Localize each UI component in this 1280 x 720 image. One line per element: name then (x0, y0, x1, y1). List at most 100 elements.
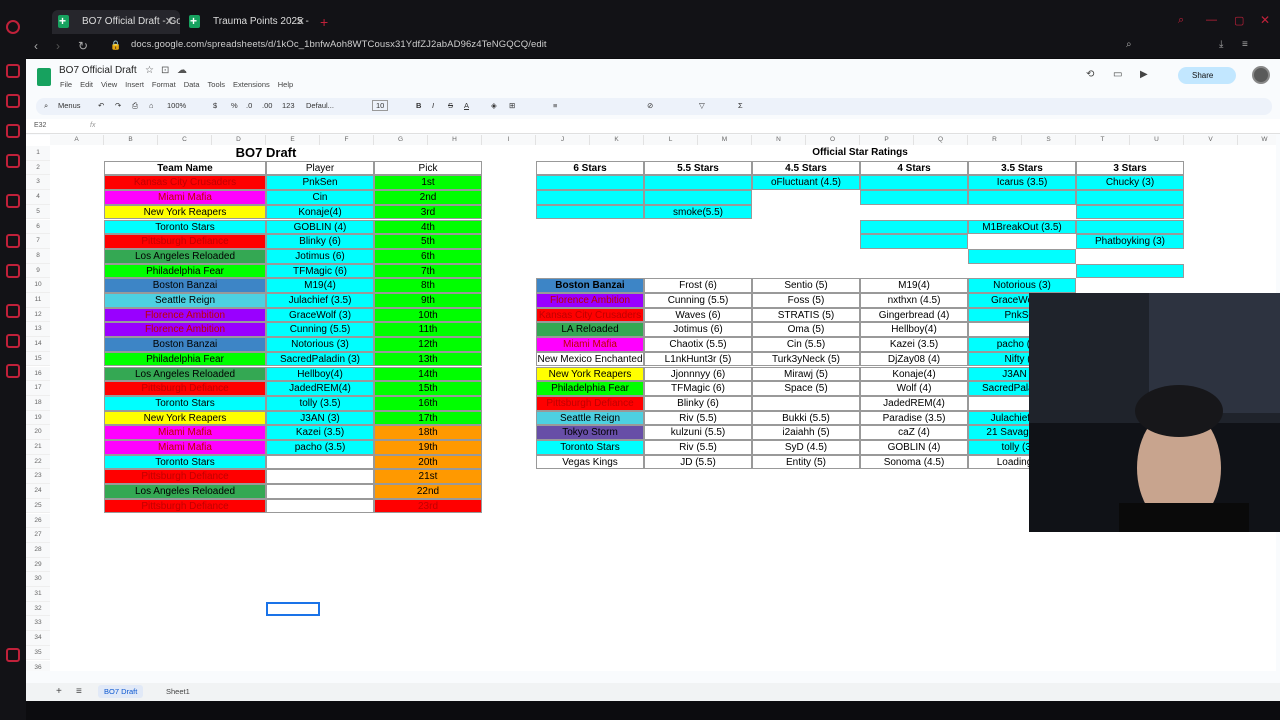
close-window-icon[interactable]: ✕ (1260, 13, 1270, 27)
share-button[interactable]: Share (1178, 67, 1236, 84)
roster-team-cell: New Mexico Enchanted (536, 351, 644, 367)
new-tab-button[interactable]: + (320, 14, 328, 30)
bold-icon[interactable]: B (416, 101, 421, 110)
sidebar-icon[interactable] (6, 64, 20, 78)
download-icon[interactable]: ⤓ (1219, 39, 1223, 50)
percent-button[interactable]: % (231, 101, 238, 110)
menu-edit[interactable]: Edit (80, 80, 93, 89)
functions-icon[interactable]: Σ (738, 101, 743, 110)
add-sheet-icon[interactable]: + (56, 686, 62, 697)
close-tab-icon[interactable]: ✕ (165, 10, 174, 34)
history-icon[interactable]: ⟲ (1086, 69, 1094, 80)
search-tabs-icon[interactable]: ⌕ (1178, 14, 1184, 27)
font-size-field[interactable]: 10 (372, 100, 389, 111)
menu-help[interactable]: Help (278, 80, 293, 89)
sheets-logo-icon[interactable] (37, 68, 51, 86)
zoom-select[interactable]: 100% (167, 101, 186, 110)
draft-pick-cell: 17th (374, 410, 482, 426)
tier-header: 5.5 Stars (644, 160, 752, 176)
row-header: 29 (26, 557, 50, 573)
font-select[interactable]: Defaul... (306, 101, 334, 110)
redo-icon[interactable]: ↷ (115, 101, 121, 110)
menu-insert[interactable]: Insert (125, 80, 144, 89)
search-icon[interactable]: ⌕ (44, 101, 48, 111)
maximize-icon[interactable]: ▢ (1234, 14, 1244, 27)
back-icon[interactable]: ‹ (34, 39, 38, 53)
browser-tab[interactable]: BO7 Official Draft - Googl✕ (52, 10, 180, 34)
forward-icon[interactable]: › (56, 39, 60, 53)
menu-format[interactable]: Format (152, 80, 176, 89)
menu-data[interactable]: Data (184, 80, 200, 89)
currency-button[interactable]: $ (213, 101, 217, 110)
paint-format-icon[interactable]: ⌂ (149, 101, 154, 110)
document-title[interactable]: BO7 Official Draft (59, 65, 137, 76)
row-header: 33 (26, 616, 50, 632)
webcam-overlay (1029, 293, 1280, 532)
opera-logo-icon[interactable] (6, 20, 20, 34)
minimize-icon[interactable]: — (1206, 14, 1217, 26)
menu-file[interactable]: File (60, 80, 72, 89)
sidebar-icon[interactable] (6, 264, 20, 278)
avatar[interactable] (1252, 66, 1270, 84)
roster-team-cell: Philadelphia Fear (536, 381, 644, 396)
draft-team-cell: Los Angeles Reloaded (104, 366, 266, 382)
print-icon[interactable]: ⎙ (132, 101, 138, 111)
fill-color-icon[interactable]: ◈ (491, 101, 497, 110)
text-color-icon[interactable]: A (464, 101, 469, 110)
close-tab-icon[interactable]: ✕ (296, 10, 305, 34)
draft-team-cell: Los Angeles Reloaded (104, 248, 266, 264)
draft-player-cell: Cin (266, 190, 374, 205)
sidebar-icon[interactable] (6, 94, 20, 108)
draft-team-cell: Pittsburgh Defiance (104, 469, 266, 485)
row-header: 27 (26, 528, 50, 543)
browser-tab[interactable]: Trauma Points 2025 - Goog✕ (183, 10, 311, 34)
menu-icon[interactable]: ≡ (1242, 39, 1248, 50)
column-header: D (212, 135, 266, 145)
decrease-decimal-button[interactable]: .0 (246, 101, 252, 110)
draft-player-cell (266, 469, 374, 485)
align-icon[interactable]: ≡ (553, 101, 557, 110)
move-icon[interactable]: ⊡ (161, 65, 169, 76)
star-icon[interactable]: ☆ (145, 65, 154, 76)
selected-cell (266, 601, 320, 617)
tier-cell (1076, 204, 1184, 220)
all-sheets-icon[interactable]: ≡ (76, 686, 82, 697)
cloud-icon: ☁ (177, 65, 187, 76)
increase-decimal-button[interactable]: .00 (262, 101, 272, 110)
roster-team-cell: Tokyo Storm (536, 425, 644, 440)
sheet-tab-sheet1[interactable]: Sheet1 (166, 687, 190, 696)
sidebar-icon[interactable] (6, 364, 20, 378)
tier-cell: Chucky (3) (1076, 175, 1184, 191)
column-header: Q (914, 135, 968, 145)
menu-view[interactable]: View (101, 80, 117, 89)
zoom-icon[interactable]: ⌕ (1126, 39, 1132, 50)
menus-search[interactable]: Menus (58, 101, 81, 110)
sidebar-icon[interactable] (6, 648, 20, 662)
menu-tools[interactable]: Tools (208, 80, 226, 89)
sheet-tab-bo7-draft[interactable]: BO7 Draft (98, 685, 144, 698)
roster-player-cell: Entity (5) (752, 454, 860, 470)
roster-player-cell: Jotimus (6) (644, 322, 752, 338)
sidebar-icon[interactable] (6, 124, 20, 138)
number-format-button[interactable]: 123 (282, 101, 295, 110)
sidebar-icon[interactable] (6, 194, 20, 208)
comment-icon[interactable]: ▭ (1113, 69, 1122, 80)
row-header: 26 (26, 513, 50, 529)
column-header: B (104, 135, 158, 145)
sidebar-icon[interactable] (6, 154, 20, 168)
filter-icon[interactable]: ▽ (699, 101, 705, 110)
sidebar-icon[interactable] (6, 304, 20, 318)
sidebar-icon[interactable] (6, 234, 20, 248)
link-icon[interactable]: ⊘ (647, 101, 653, 110)
borders-icon[interactable]: ⊞ (509, 101, 515, 110)
reload-icon[interactable]: ↻ (78, 39, 88, 53)
italic-icon[interactable]: I (432, 101, 434, 110)
strikethrough-icon[interactable]: S (448, 101, 453, 110)
url-field[interactable]: docs.google.com/spreadsheets/d/1kOc_1bnf… (131, 39, 547, 50)
sidebar-icon[interactable] (6, 334, 20, 348)
meet-icon[interactable]: ▶ (1140, 69, 1148, 80)
menu-extensions[interactable]: Extensions (233, 80, 270, 89)
row-header: 6 (26, 219, 50, 235)
undo-icon[interactable]: ↶ (98, 101, 104, 110)
name-box[interactable]: E32 (34, 122, 46, 129)
